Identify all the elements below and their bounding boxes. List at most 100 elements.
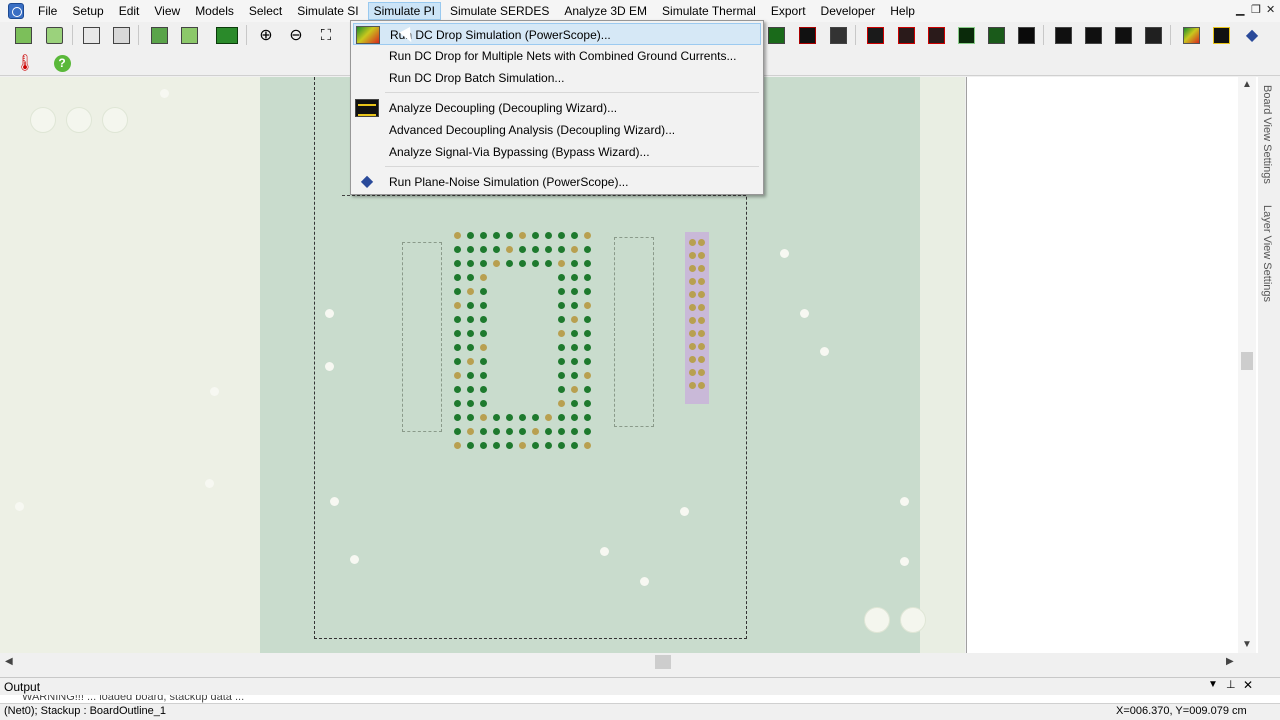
graph-icon[interactable]: [925, 24, 947, 46]
stackup-icon[interactable]: [827, 24, 849, 46]
print-preview-icon[interactable]: [80, 24, 102, 46]
bga-pad: [545, 232, 552, 239]
menu-select[interactable]: Select: [243, 2, 288, 20]
bga-pad: [545, 246, 552, 253]
bga-pad: [493, 428, 500, 435]
probe-icon[interactable]: 🌡: [14, 52, 36, 74]
menu-edit[interactable]: Edit: [113, 2, 146, 20]
dc-drop-toolbar-icon[interactable]: [1180, 24, 1202, 46]
connector-pad: [689, 343, 696, 350]
scroll-down-icon[interactable]: ▼: [1242, 639, 1252, 650]
bga-pad: [454, 344, 461, 351]
bga-pad: [467, 358, 474, 365]
grid-icon[interactable]: [216, 24, 238, 46]
menu-analyze-decoupling[interactable]: Analyze Decoupling (Decoupling Wizard)..…: [353, 97, 761, 119]
menu-run-dc-drop-batch[interactable]: Run DC Drop Batch Simulation...: [353, 67, 761, 89]
math-icon[interactable]: [1142, 24, 1164, 46]
menu-developer[interactable]: Developer: [815, 2, 882, 20]
menu-file[interactable]: File: [32, 2, 63, 20]
trace-icon[interactable]: [796, 24, 818, 46]
close-output-icon[interactable]: ✕: [1243, 678, 1253, 692]
powerscope-toolbar-icon[interactable]: ◆: [1241, 24, 1263, 46]
save-icon[interactable]: [43, 24, 65, 46]
bga-pad: [571, 386, 578, 393]
open-file-icon[interactable]: [12, 24, 34, 46]
horizontal-scrollbar[interactable]: ◀ ▶: [0, 653, 1240, 671]
bga-pad: [467, 302, 474, 309]
menu-simulate-thermal[interactable]: Simulate Thermal: [656, 2, 762, 20]
connector-pad: [698, 343, 705, 350]
copy-layer-icon[interactable]: [148, 24, 170, 46]
connector-pad: [689, 291, 696, 298]
bga-pad: [558, 246, 565, 253]
bga-pad: [467, 246, 474, 253]
connector-pad: [698, 239, 705, 246]
tab-layer-view-settings[interactable]: Layer View Settings: [1261, 205, 1273, 302]
menu-advanced-decoupling[interactable]: Advanced Decoupling Analysis (Decoupling…: [353, 119, 761, 141]
layer-view-icon[interactable]: [765, 24, 787, 46]
bga-pad: [558, 372, 565, 379]
paste-icon[interactable]: [178, 24, 200, 46]
bga-pad: [584, 428, 591, 435]
bga-pad: [571, 302, 578, 309]
vertical-scrollbar[interactable]: ▲ ▼: [1238, 77, 1256, 653]
bga-pad: [532, 232, 539, 239]
menu-run-dc-drop-multiple-nets[interactable]: Run DC Drop for Multiple Nets with Combi…: [353, 45, 761, 67]
bga-pad: [519, 442, 526, 449]
bga-pad: [558, 428, 565, 435]
layer-stack-icon[interactable]: [985, 24, 1007, 46]
dc-drop-icon: [356, 26, 380, 44]
sim-result-icon[interactable]: [864, 24, 886, 46]
menu-models[interactable]: Models: [189, 2, 240, 20]
print-icon[interactable]: [110, 24, 132, 46]
output-log[interactable]: WARNING!!! ... loaded board, stackup dat…: [0, 695, 1280, 703]
menu-signal-via-bypassing[interactable]: Analyze Signal-Via Bypassing (Bypass Wiz…: [353, 141, 761, 163]
menu-view[interactable]: View: [148, 2, 186, 20]
minimize-icon[interactable]: ▁: [1236, 3, 1244, 16]
scroll-left-icon[interactable]: ◀: [5, 656, 13, 667]
bga-pad: [454, 372, 461, 379]
pattern-icon[interactable]: [895, 24, 917, 46]
vertical-scroll-thumb[interactable]: [1241, 352, 1253, 370]
menu-simulate-si[interactable]: Simulate SI: [291, 2, 364, 20]
bga-pad: [584, 232, 591, 239]
bga-pad: [467, 400, 474, 407]
menu-analyze-3d-em[interactable]: Analyze 3D EM: [558, 2, 653, 20]
pin-icon[interactable]: ⊥: [1226, 678, 1236, 691]
menu-plane-noise[interactable]: ◆ Run Plane-Noise Simulation (PowerScope…: [353, 171, 761, 193]
zoom-fit-icon[interactable]: ⛶: [315, 24, 337, 46]
waveform-icon[interactable]: [1052, 24, 1074, 46]
tab-board-view-settings[interactable]: Board View Settings: [1261, 85, 1273, 184]
bga-pad: [558, 386, 565, 393]
connector-pad: [689, 265, 696, 272]
bga-pad: [558, 358, 565, 365]
bga-pad: [571, 330, 578, 337]
help-icon[interactable]: ?: [51, 52, 73, 74]
eye-diagram-icon[interactable]: [1082, 24, 1104, 46]
menu-export[interactable]: Export: [765, 2, 812, 20]
connector-pad: [689, 239, 696, 246]
scroll-up-icon[interactable]: ▲: [1242, 79, 1252, 90]
board-region-right: [920, 77, 965, 653]
menu-help[interactable]: Help: [884, 2, 921, 20]
decoupling-toolbar-icon[interactable]: [1210, 24, 1232, 46]
menu-setup[interactable]: Setup: [66, 2, 109, 20]
zoom-out-icon[interactable]: ⊖: [285, 24, 307, 46]
app-logo-icon[interactable]: [8, 3, 24, 19]
menu-simulate-serdes[interactable]: Simulate SERDES: [444, 2, 555, 20]
scroll-right-icon[interactable]: ▶: [1226, 656, 1234, 667]
restore-icon[interactable]: ❐: [1251, 3, 1261, 16]
scope-icon[interactable]: [1112, 24, 1134, 46]
horizontal-scroll-thumb[interactable]: [655, 655, 671, 669]
numeric-view-icon[interactable]: [1015, 24, 1037, 46]
dropdown-arrow-icon[interactable]: ▼: [1208, 679, 1218, 690]
zoom-in-icon[interactable]: ⊕: [255, 24, 277, 46]
menu-simulate-pi[interactable]: Simulate PI: [367, 2, 441, 20]
bga-pad: [584, 274, 591, 281]
close-icon[interactable]: ✕: [1266, 3, 1275, 16]
bga-pad: [584, 386, 591, 393]
bga-pad: [506, 414, 513, 421]
bga-pad: [532, 246, 539, 253]
decoupling-wizard-icon: [355, 99, 379, 117]
bar-chart-icon[interactable]: [955, 24, 977, 46]
